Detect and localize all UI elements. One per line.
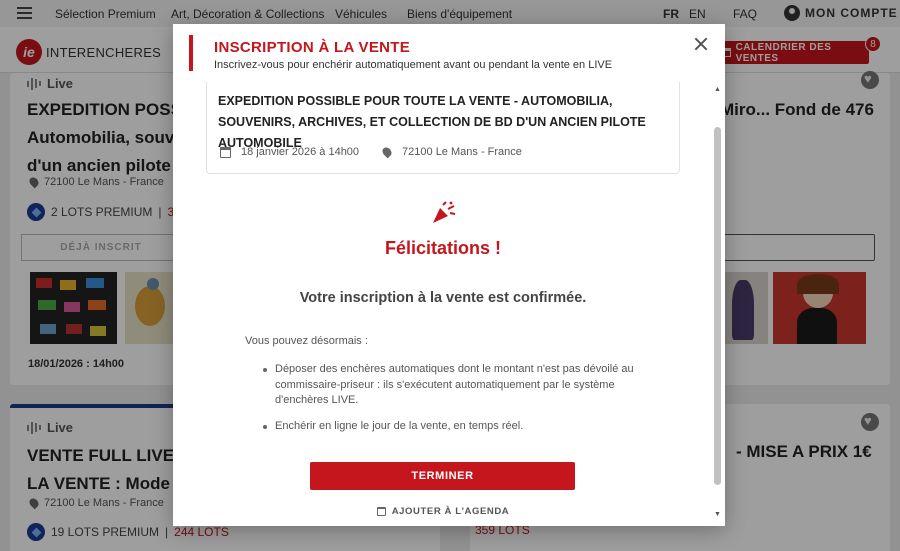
registration-modal: ▲ ▼ EXPEDITION POSSIBLE POUR TOUTE LA VE… — [173, 24, 725, 526]
calendar-icon — [220, 146, 231, 158]
modal-header: INSCRIPTION À LA VENTE Inscrivez-vous po… — [173, 24, 725, 82]
sale-info: 18 janvier 2026 à 14h00 72100 Le Mans - … — [220, 145, 522, 159]
party-popper-icon — [433, 201, 456, 223]
sale-summary: EXPEDITION POSSIBLE POUR TOUTE LA VENTE … — [206, 82, 680, 174]
modal-subtitle: Inscrivez-vous pour enchérir automatique… — [214, 59, 613, 71]
sale-title: EXPEDITION POSSIBLE POUR TOUTE LA VENTE … — [218, 94, 646, 150]
intro-text: Vous pouvez désormais : — [245, 335, 368, 347]
benefits-list: Déposer des enchères automatiques dont l… — [261, 362, 641, 444]
scroll-thumb[interactable] — [714, 127, 721, 485]
congrats-heading: Félicitations ! — [384, 238, 501, 258]
sale-location: 72100 Le Mans - France — [402, 146, 522, 158]
accent-bar — [189, 35, 193, 71]
confirmation-message: Votre inscription à la vente est confirm… — [299, 290, 587, 306]
scroll-up-arrow-icon[interactable]: ▲ — [714, 86, 721, 93]
sale-date: 18 janvier 2026 à 14h00 — [241, 146, 360, 158]
agenda-label: AJOUTER À L'AGENDA — [391, 506, 510, 517]
calendar-icon — [376, 507, 386, 516]
list-item: Enchérir en ligne le jour de la vente, e… — [261, 419, 641, 435]
scroll-down-arrow-icon[interactable]: ▼ — [714, 511, 721, 518]
close-icon[interactable] — [694, 37, 708, 51]
location-pin-icon — [380, 145, 394, 159]
add-to-agenda-button[interactable]: AJOUTER À L'AGENDA — [173, 506, 713, 517]
modal-title: INSCRIPTION À LA VENTE — [214, 39, 411, 56]
list-item: Déposer des enchères automatiques dont l… — [261, 362, 641, 409]
finish-button[interactable]: TERMINER — [310, 462, 575, 490]
modal-scrollbar[interactable]: ▲ ▼ — [713, 86, 722, 520]
